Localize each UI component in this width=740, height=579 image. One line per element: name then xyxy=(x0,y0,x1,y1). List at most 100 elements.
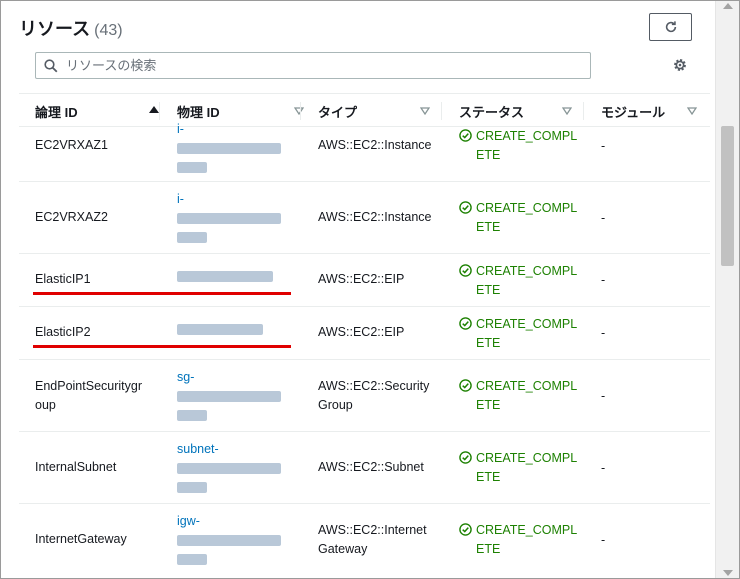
column-label: モジュール xyxy=(601,104,666,120)
vertical-scrollbar[interactable] xyxy=(715,1,739,578)
sort-ascending-icon xyxy=(149,106,159,113)
table-row: EC2VRXAZ1 i- AWS::EC2::Instance CREATE_C… xyxy=(19,122,710,182)
logical-id-cell: InternetGateway xyxy=(35,532,127,546)
redacted-text xyxy=(177,271,273,283)
status-text-line1: CREATE_COMPL xyxy=(476,523,578,537)
redacted-text xyxy=(177,535,281,547)
table-row: ElasticIP1 AWS::EC2::EIP CREATE_COMPL ET… xyxy=(19,254,710,307)
search-box[interactable] xyxy=(35,52,591,79)
column-header-module[interactable]: モジュール xyxy=(601,94,697,128)
module-cell: - xyxy=(601,139,606,153)
physical-id-cell[interactable] xyxy=(177,320,287,339)
status-cell: CREATE_COMPL ETE xyxy=(459,127,579,165)
refresh-button[interactable] xyxy=(649,13,692,41)
type-line1: AWS::EC2::Internet xyxy=(318,523,427,537)
status-text-line1: CREATE_COMPL xyxy=(476,379,578,393)
redacted-text xyxy=(177,554,207,566)
type-line2: Group xyxy=(318,398,353,412)
table-row: EC2VRXAZ2 i- AWS::EC2::Instance CREATE_C… xyxy=(19,182,710,254)
resource-count: (43) xyxy=(94,22,123,39)
success-check-icon xyxy=(459,264,472,277)
logical-id-cell: EndPointSecuritygr oup xyxy=(35,377,142,415)
highlight-underline xyxy=(33,345,291,348)
type-line1: AWS::EC2::Security xyxy=(318,379,430,393)
column-label: 物理 ID xyxy=(177,104,220,120)
physical-id-cell[interactable]: i- xyxy=(177,120,287,177)
status-text-line1: CREATE_COMPL xyxy=(476,201,578,215)
status-text-line2: ETE xyxy=(476,220,501,234)
scroll-down-arrow-icon[interactable] xyxy=(723,570,733,576)
column-header-type[interactable]: タイプ xyxy=(318,94,430,128)
type-cell: AWS::EC2::EIP xyxy=(318,272,405,286)
success-check-icon xyxy=(459,523,472,536)
redacted-text xyxy=(177,143,281,155)
column-label: タイプ xyxy=(318,104,358,120)
scroll-up-arrow-icon[interactable] xyxy=(723,3,733,9)
status-text-line2: ETE xyxy=(476,283,501,297)
module-cell: - xyxy=(601,326,606,340)
status-cell: CREATE_COMPL ETE xyxy=(459,262,579,300)
column-divider xyxy=(159,102,160,120)
column-divider xyxy=(441,102,442,120)
status-text-line1: CREATE_COMPL xyxy=(476,264,578,278)
page-title: リソース (43) xyxy=(19,15,123,41)
gear-icon[interactable] xyxy=(672,57,688,73)
physical-id-prefix: subnet- xyxy=(177,442,219,456)
module-cell: - xyxy=(601,389,606,403)
table-row: InternetGateway igw- AWS::EC2::Internet … xyxy=(19,504,710,576)
sort-down-icon xyxy=(420,107,430,115)
type-cell: AWS::EC2::Instance xyxy=(318,138,432,152)
column-label: ステータス xyxy=(459,104,525,120)
status-cell: CREATE_COMPL ETE xyxy=(459,521,579,559)
table-header: 論理 ID 物理 ID タイプ ステータス モジュール xyxy=(19,93,710,127)
success-check-icon xyxy=(459,317,472,330)
module-cell: - xyxy=(601,211,606,225)
redacted-text xyxy=(177,410,207,422)
window-frame: リソース(43) 論理 ID 物理 ID xyxy=(0,0,740,579)
module-cell: - xyxy=(601,533,606,547)
type-cell: AWS::EC2::Subnet xyxy=(318,460,424,474)
column-header-status[interactable]: ステータス xyxy=(459,94,572,128)
success-check-icon xyxy=(459,379,472,392)
title-text: リソース xyxy=(19,19,91,39)
type-cell: AWS::EC2::Instance xyxy=(318,210,432,224)
column-header-logical-id[interactable]: 論理 ID xyxy=(35,94,159,128)
column-divider xyxy=(583,102,584,120)
module-cell: - xyxy=(601,273,606,287)
success-check-icon xyxy=(459,129,472,142)
success-check-icon xyxy=(459,451,472,464)
status-text-line1: CREATE_COMPL xyxy=(476,451,578,465)
physical-id-cell[interactable]: igw- xyxy=(177,512,287,569)
search-icon xyxy=(44,58,58,72)
redacted-text xyxy=(177,213,281,225)
physical-id-cell[interactable]: sg- xyxy=(177,368,287,425)
logical-id-line2: oup xyxy=(35,398,56,412)
redacted-text xyxy=(177,232,207,244)
success-check-icon xyxy=(459,201,472,214)
type-line2: Gateway xyxy=(318,542,368,556)
resources-table: 論理 ID 物理 ID タイプ ステータス モジュール EC2VRXAZ1 i-… xyxy=(19,93,710,576)
status-text-line1: CREATE_COMPL xyxy=(476,129,578,143)
sort-down-icon xyxy=(687,107,697,115)
physical-id-prefix: sg- xyxy=(177,370,195,384)
module-cell: - xyxy=(601,461,606,475)
logical-id-cell: EC2VRXAZ1 xyxy=(35,138,108,152)
physical-id-cell[interactable] xyxy=(177,267,287,286)
physical-id-prefix: i- xyxy=(177,192,184,206)
highlight-underline xyxy=(33,292,291,295)
status-text-line1: CREATE_COMPL xyxy=(476,317,578,331)
search-input[interactable] xyxy=(66,58,566,73)
scrollbar-thumb[interactable] xyxy=(721,126,734,266)
physical-id-prefix: i- xyxy=(177,122,184,136)
physical-id-cell[interactable]: i- xyxy=(177,190,287,247)
status-text-line2: ETE xyxy=(476,470,501,484)
sort-down-icon xyxy=(294,107,304,115)
logical-id-cell: ElasticIP2 xyxy=(35,325,91,339)
status-text-line2: ETE xyxy=(476,148,501,162)
column-divider xyxy=(300,102,301,120)
physical-id-prefix: igw- xyxy=(177,514,200,528)
type-cell: AWS::EC2::EIP xyxy=(318,325,405,339)
redacted-text xyxy=(177,391,281,403)
redacted-text xyxy=(177,324,263,336)
physical-id-cell[interactable]: subnet- xyxy=(177,440,287,497)
